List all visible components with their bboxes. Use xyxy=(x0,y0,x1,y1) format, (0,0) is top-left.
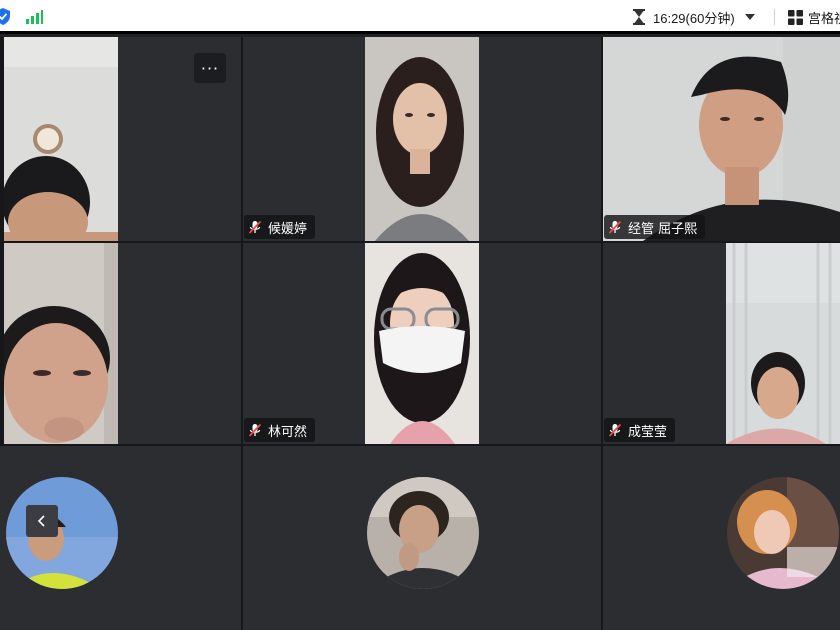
participant-video xyxy=(365,243,479,444)
participant-video xyxy=(4,37,118,241)
participant-name: 林可然 xyxy=(268,424,308,440)
avatar xyxy=(727,477,839,589)
video-grid: ··· 候媛婷 经管 屈子熙 林可然 成莹莹 xyxy=(0,37,840,630)
avatar xyxy=(367,477,479,589)
timer-text: 16:29(60分钟) xyxy=(653,10,735,26)
participant-video xyxy=(4,243,118,444)
avatar xyxy=(6,477,118,589)
participant-tile[interactable] xyxy=(243,446,601,630)
participant-name-tag: 经管 屈子熙 xyxy=(604,215,706,239)
participant-video xyxy=(603,37,840,241)
mic-muted-icon xyxy=(248,220,262,234)
participant-video xyxy=(726,243,840,444)
previous-page-button[interactable] xyxy=(26,505,58,537)
participant-name: 成莹莹 xyxy=(628,424,668,440)
chevron-down-icon[interactable] xyxy=(744,13,755,21)
participant-name-tag: 成莹莹 xyxy=(604,418,676,442)
participant-tile[interactable]: 经管 屈子熙 xyxy=(603,37,840,241)
participant-name-tag: 候媛婷 xyxy=(244,215,316,239)
hourglass-icon xyxy=(633,9,645,25)
participant-name: 经管 屈子熙 xyxy=(628,221,698,237)
participant-tile[interactable]: 候媛婷 xyxy=(243,37,601,241)
meeting-timer[interactable]: 16:29(60分钟) xyxy=(633,7,755,27)
shield-check-icon[interactable] xyxy=(0,8,10,25)
mic-muted-icon xyxy=(608,220,622,234)
mic-muted-icon xyxy=(608,423,622,437)
participant-name-tag: 林可然 xyxy=(244,418,316,442)
mic-muted-icon xyxy=(248,423,262,437)
participant-tile[interactable]: ··· xyxy=(4,37,241,241)
participant-name: 候媛婷 xyxy=(268,221,308,237)
signal-bars-icon[interactable] xyxy=(25,10,43,24)
participant-tile[interactable] xyxy=(0,446,241,630)
grid-view-icon xyxy=(788,9,803,25)
participant-tile[interactable] xyxy=(603,446,840,630)
participant-tile[interactable] xyxy=(4,243,241,444)
participant-video xyxy=(365,37,479,241)
chevron-left-icon xyxy=(37,515,45,527)
gallery-view-label: 宫格视图 xyxy=(808,10,840,26)
participant-tile[interactable]: 林可然 xyxy=(243,243,601,444)
more-options-button[interactable]: ··· xyxy=(194,53,226,83)
meeting-toolbar: 16:29(60分钟) 宫格视图 xyxy=(0,0,840,34)
participant-tile[interactable]: 成莹莹 xyxy=(603,243,840,444)
gallery-view-button[interactable]: 宫格视图 xyxy=(788,7,840,27)
toolbar-divider xyxy=(774,9,775,25)
